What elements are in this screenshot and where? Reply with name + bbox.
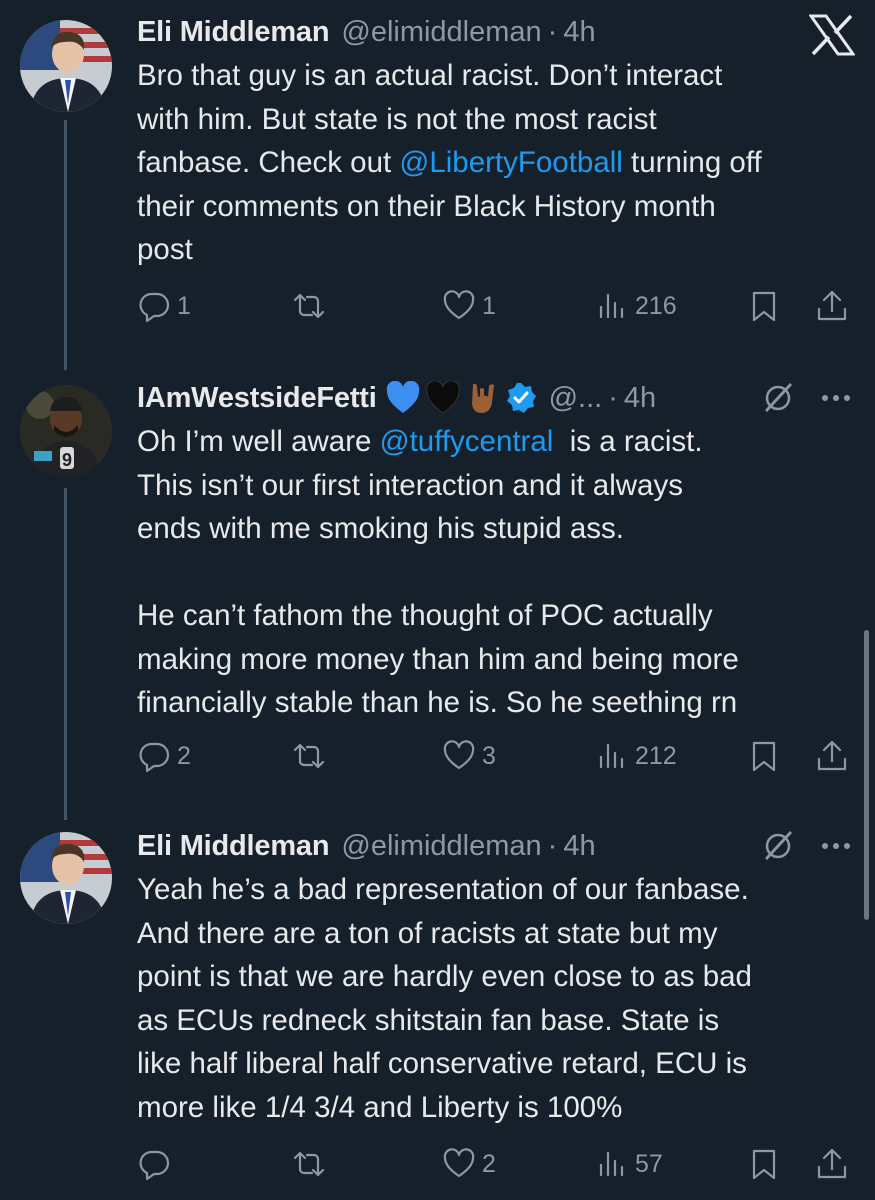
- share-icon: [817, 1148, 847, 1179]
- heart-icon: [443, 740, 475, 770]
- reply-icon: [139, 1150, 170, 1181]
- separator-dot: ·: [608, 382, 618, 414]
- like-button[interactable]: 3: [442, 739, 496, 773]
- mention-link[interactable]: @LibertyFootball: [399, 146, 622, 179]
- timestamp[interactable]: 4h: [563, 12, 595, 52]
- heart-icon: [443, 290, 475, 320]
- reply-button[interactable]: 1: [137, 289, 191, 323]
- rock-on-hand-icon: [471, 383, 494, 413]
- grok-icon[interactable]: [761, 381, 795, 415]
- reply-button[interactable]: 2: [137, 739, 191, 773]
- like-count: 1: [482, 291, 496, 320]
- tweet-text: Yeah he’s a bad representation of our fa…: [137, 868, 851, 1129]
- reply-count: 1: [177, 291, 191, 320]
- black-heart-icon: [425, 381, 460, 414]
- share-button[interactable]: [815, 739, 849, 773]
- author-name[interactable]: Eli Middleman: [137, 826, 330, 866]
- thread-line: [64, 120, 67, 370]
- avatar[interactable]: [20, 832, 112, 924]
- tweet-header-icons: [761, 826, 851, 866]
- blue-heart-icon: [386, 381, 419, 413]
- reply-count: 2: [177, 741, 191, 770]
- bookmark-button[interactable]: [747, 739, 781, 773]
- more-options-icon[interactable]: [821, 841, 851, 851]
- share-button[interactable]: [815, 1147, 849, 1181]
- avatar[interactable]: [20, 20, 112, 112]
- tweet-header-icons: [761, 378, 851, 418]
- views-count: 216: [635, 291, 677, 320]
- heart-icon: [443, 1148, 475, 1178]
- author-name[interactable]: Eli Middleman: [137, 12, 330, 52]
- name-emojis: [385, 380, 537, 416]
- views-icon: [599, 1151, 624, 1177]
- retweet-icon: [293, 1151, 325, 1177]
- author-name[interactable]: IAmWestsideFetti: [137, 378, 377, 418]
- retweet-icon: [293, 743, 325, 769]
- share-icon: [817, 290, 847, 321]
- mention-link[interactable]: @tuffycentral: [380, 425, 554, 458]
- tweet-header: Eli Middleman @elimiddleman · 4h: [137, 12, 851, 52]
- author-handle[interactable]: @elimiddleman: [341, 12, 541, 52]
- text-segment: is a racist. This isn’t our first intera…: [137, 425, 739, 719]
- like-count: 3: [482, 741, 496, 770]
- author-handle[interactable]: @...: [549, 378, 603, 418]
- share-icon: [817, 740, 847, 771]
- more-options-icon[interactable]: [821, 393, 851, 403]
- tweet-header: IAmWestsideFetti @... · 4h: [137, 378, 851, 418]
- avatar[interactable]: 9: [20, 385, 112, 477]
- svg-text:9: 9: [62, 450, 72, 470]
- views-count: 57: [635, 1149, 663, 1178]
- retweet-button[interactable]: [292, 289, 332, 323]
- timestamp[interactable]: 4h: [563, 826, 595, 866]
- author-handle[interactable]: @elimiddleman: [341, 826, 541, 866]
- text-segment: Yeah he’s a bad representation of our fa…: [137, 873, 752, 1124]
- tweet-text: Bro that guy is an actual racist. Don’t …: [137, 54, 851, 272]
- separator-dot: ·: [547, 830, 558, 862]
- views-button[interactable]: 216: [595, 289, 677, 323]
- bookmark-button[interactable]: [747, 1147, 781, 1181]
- tweet-header: Eli Middleman @elimiddleman · 4h: [137, 826, 851, 866]
- share-button[interactable]: [815, 289, 849, 323]
- reply-icon: [139, 742, 170, 773]
- views-icon: [599, 743, 624, 769]
- action-bar: 1 1 216: [137, 286, 857, 326]
- like-button[interactable]: 1: [442, 289, 496, 323]
- action-bar: 2 3 212: [137, 736, 857, 776]
- views-button[interactable]: 57: [595, 1147, 663, 1181]
- text-segment: Oh I’m well aware: [137, 425, 380, 458]
- separator-dot: ·: [547, 16, 558, 48]
- grok-icon[interactable]: [761, 829, 795, 863]
- views-icon: [599, 293, 624, 319]
- views-button[interactable]: 212: [595, 739, 677, 773]
- like-count: 2: [482, 1149, 496, 1178]
- verified-badge-icon: [506, 383, 536, 413]
- bookmark-icon: [752, 1149, 776, 1180]
- like-button[interactable]: 2: [442, 1147, 496, 1181]
- bookmark-icon: [752, 291, 776, 322]
- retweet-button[interactable]: [292, 1147, 332, 1181]
- action-bar: 2 57: [137, 1144, 857, 1184]
- scrollbar[interactable]: [864, 630, 869, 920]
- retweet-button[interactable]: [292, 739, 332, 773]
- bookmark-icon: [752, 741, 776, 772]
- reply-button[interactable]: [137, 1147, 177, 1181]
- views-count: 212: [635, 741, 677, 770]
- timestamp[interactable]: 4h: [624, 378, 656, 418]
- thread-line: [64, 488, 67, 820]
- tweet-text: Oh I’m well aware @tuffycentral is a rac…: [137, 420, 851, 725]
- reply-icon: [139, 292, 170, 323]
- retweet-icon: [293, 293, 325, 319]
- bookmark-button[interactable]: [747, 289, 781, 323]
